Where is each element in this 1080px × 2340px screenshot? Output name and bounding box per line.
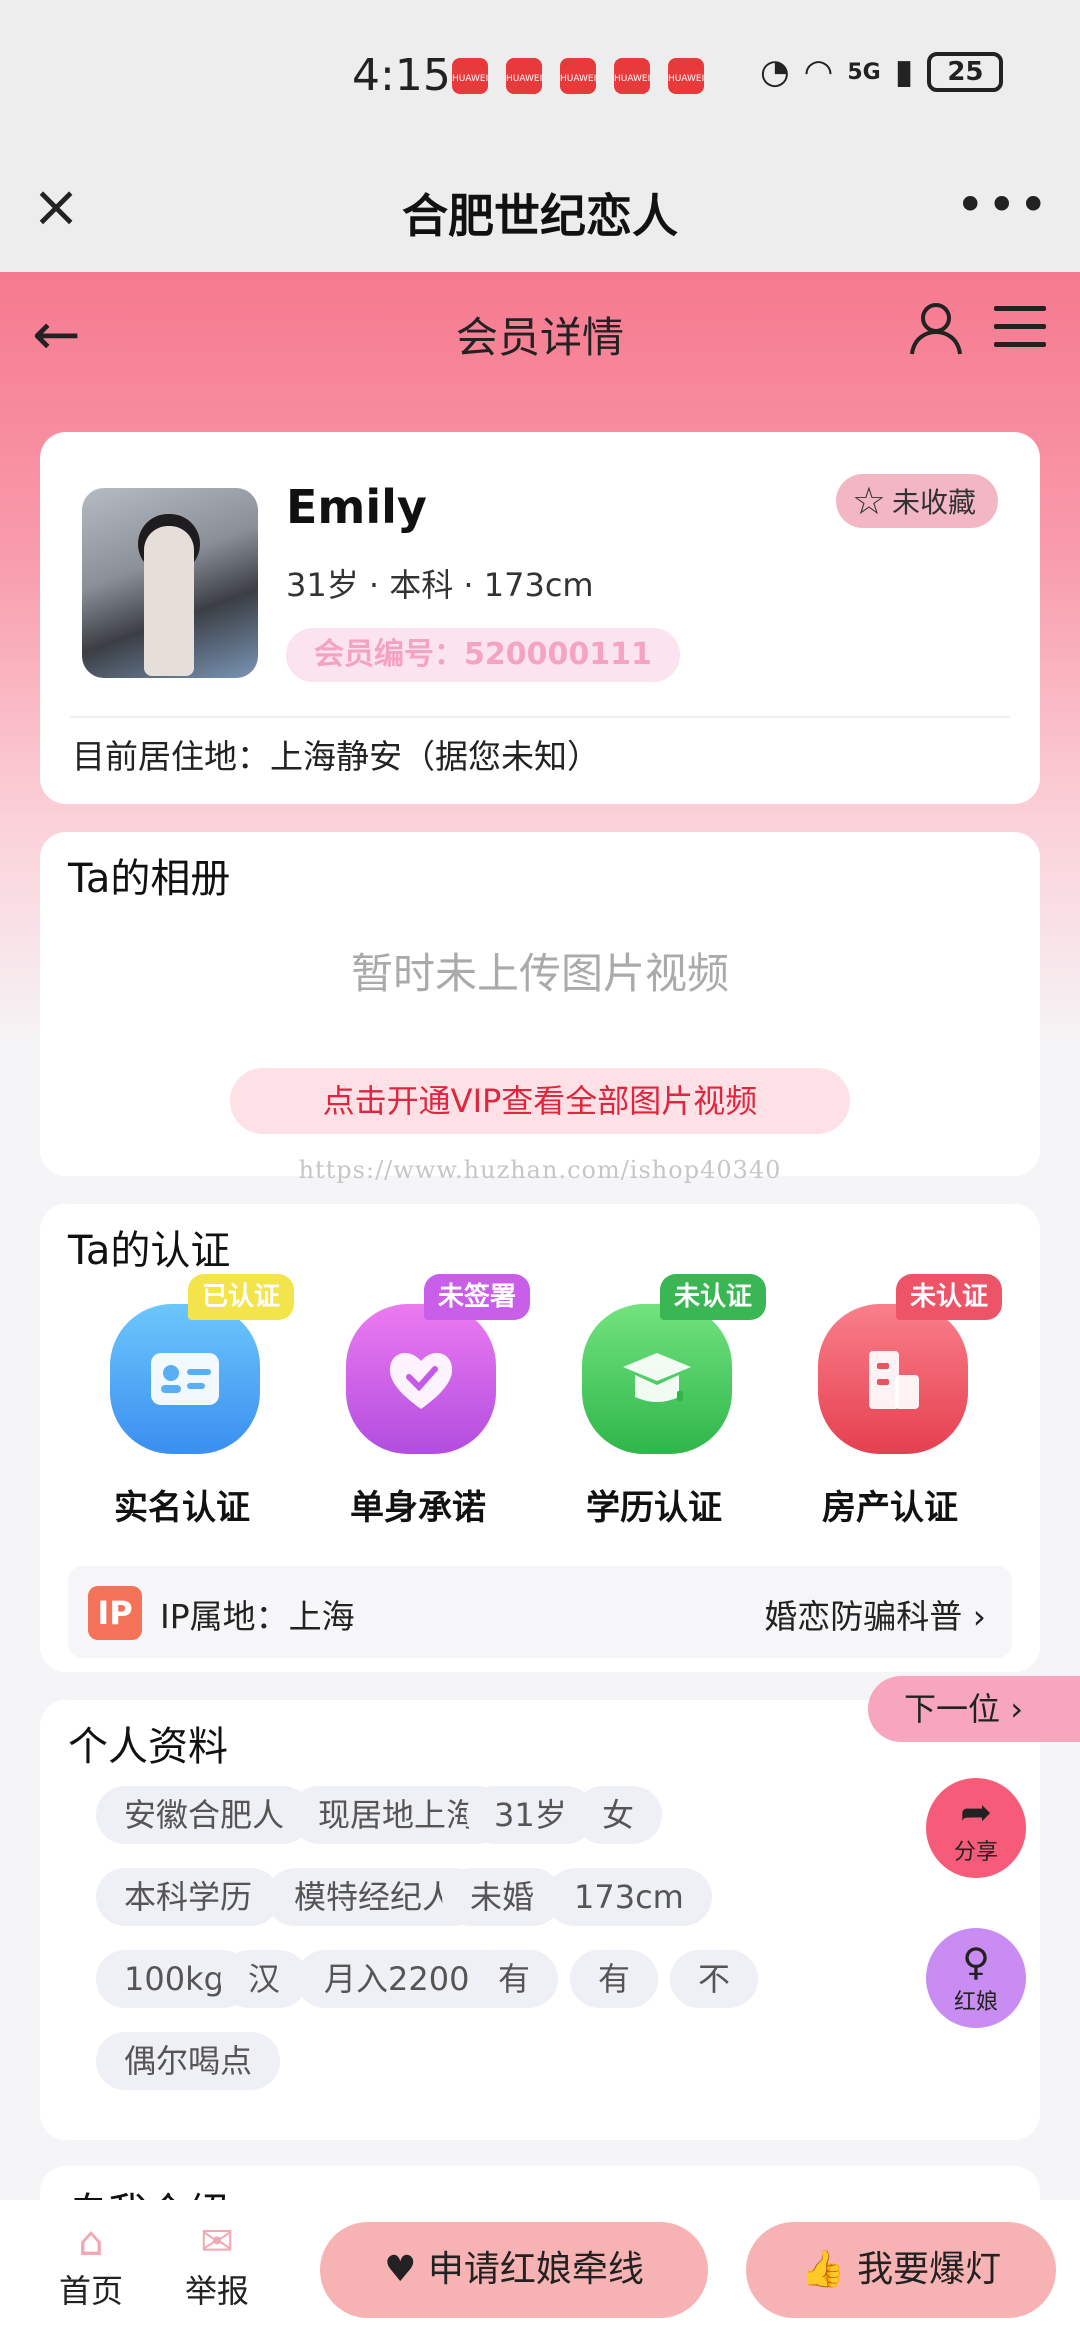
favorite-button[interactable]: ☆ 未收藏 [835, 474, 998, 528]
thumbs-up-icon: 👍 [800, 2249, 846, 2290]
ip-icon: IP [88, 1586, 142, 1640]
speed-icon: ◔ [760, 52, 790, 92]
cert-label: 实名认证 [114, 1488, 250, 1528]
member-id-badge: 会员编号：520000111 [286, 628, 680, 682]
section-title: Ta的认证 [68, 1228, 231, 1274]
certification-card: Ta的认证 已认证 实名认证 未签署 单身承诺 未认证 学历认证 未认证 房产认… [40, 1204, 1040, 1672]
bottom-bar: ⌂ 首页 ✉ 举报 ♥ 申请红娘牵线 👍 我要爆灯 [0, 2200, 1080, 2340]
tag: 汉 [220, 1950, 309, 2008]
album-card: Ta的相册 暂时未上传图片视频 点击开通VIP查看全部图片视频 [40, 832, 1040, 1176]
cert-real-name[interactable]: 已认证 实名认证 [64, 1274, 300, 1544]
apply-matchmaker-button[interactable]: ♥ 申请红娘牵线 [320, 2222, 708, 2318]
section-title: Ta的相册 [68, 856, 231, 902]
wifi-icon: ◠ [803, 52, 834, 92]
star-icon: ☆ [851, 479, 886, 523]
ip-location-row[interactable]: IP IP属地：上海 婚恋防骗科普 › [68, 1566, 1012, 1658]
tag: 安徽合肥人 [96, 1786, 313, 1844]
huawei-notification-icon: HUAWEI [614, 58, 650, 94]
tag: 偶尔喝点 [96, 2032, 281, 2090]
huawei-notification-icon: HUAWEI [452, 58, 488, 94]
vip-view-button[interactable]: 点击开通VIP查看全部图片视频 [230, 1068, 850, 1134]
title-bar: × 合肥世纪恋人 ••• [0, 150, 1080, 272]
tag: 173cm [546, 1868, 712, 1926]
spotlight-button[interactable]: 👍 我要爆灯 [746, 2222, 1056, 2318]
member-info: 31岁 · 本科 · 173cm [286, 566, 594, 604]
album-empty-text: 暂时未上传图片视频 [350, 949, 729, 998]
cert-label: 单身承诺 [350, 1488, 486, 1528]
status-time: 4:15 [352, 50, 451, 101]
home-tab[interactable]: ⌂ 首页 [46, 2218, 136, 2312]
building-icon [818, 1304, 968, 1454]
status-bar: 4:15 HUAWEI HUAWEI HUAWEI HUAWEI HUAWEI … [0, 0, 1080, 150]
notification-icons: HUAWEI HUAWEI HUAWEI HUAWEI HUAWEI [452, 58, 704, 94]
residence: 目前居住地：上海静安（据您未知） [72, 737, 600, 776]
anti-fraud-link[interactable]: 婚恋防骗科普 › [764, 1590, 986, 1638]
system-icons: ◔ ◠ 5G ▮ 25 [760, 52, 1004, 92]
tag: 未婚 [442, 1868, 563, 1926]
personal-info-card: 个人资料 安徽合肥人 现居地上海 31岁 女 本科学历 模特经纪人 未婚 173… [40, 1700, 1040, 2140]
section-title: 个人资料 [68, 1724, 228, 1770]
chevron-right-icon: › [1010, 1690, 1023, 1728]
signal-icon: ▮ [894, 52, 914, 92]
battery-icon: 25 [927, 52, 1004, 92]
cert-status-badge: 未认证 [896, 1274, 1003, 1320]
tag: 有 [470, 1950, 559, 2008]
app-title: 合肥世纪恋人 [402, 189, 678, 243]
matchmaker-label: 红娘 [953, 1990, 998, 2015]
cert-label: 学历认证 [586, 1488, 722, 1528]
tag: 女 [574, 1786, 663, 1844]
id-card-icon [110, 1304, 260, 1454]
tag: 本科学历 [96, 1868, 281, 1926]
network-label: 5G [847, 59, 881, 85]
menu-icon[interactable] [994, 306, 1046, 350]
chevron-right-icon: › [972, 1597, 986, 1636]
divider [70, 716, 1010, 718]
share-button[interactable]: ➦ 分享 [926, 1778, 1026, 1878]
matchmaker-button[interactable]: ♀ 红娘 [926, 1928, 1026, 2028]
report-label: 举报 [184, 2272, 249, 2310]
share-icon: ➦ [960, 1790, 992, 1834]
avatar[interactable] [82, 488, 258, 678]
share-label: 分享 [953, 1840, 998, 1865]
report-tab[interactable]: ✉ 举报 [172, 2218, 262, 2312]
graduation-cap-icon [582, 1304, 732, 1454]
heart-check-icon [346, 1304, 496, 1454]
tag: 不 [670, 1950, 759, 2008]
huawei-notification-icon: HUAWEI [668, 58, 704, 94]
home-label: 首页 [58, 2272, 123, 2310]
cert-education[interactable]: 未认证 学历认证 [536, 1274, 772, 1544]
watermark: https://www.huzhan.com/ishop40340 [298, 1156, 782, 1184]
cert-label: 房产认证 [822, 1488, 958, 1528]
mail-icon: ✉ [200, 2219, 234, 2265]
user-icon[interactable] [908, 300, 964, 356]
cert-status-badge: 已认证 [188, 1274, 295, 1320]
more-icon[interactable]: ••• [956, 176, 1050, 234]
home-icon: ⌂ [78, 2219, 104, 2265]
cert-single-promise[interactable]: 未签署 单身承诺 [300, 1274, 536, 1544]
cert-status-badge: 未签署 [424, 1274, 531, 1320]
member-name: Emily [286, 480, 427, 534]
heart-icon: ♥ [384, 2249, 417, 2290]
cert-property[interactable]: 未认证 房产认证 [772, 1274, 1008, 1544]
cert-status-badge: 未认证 [660, 1274, 767, 1320]
ip-location-text: IP属地：上海 [160, 1597, 355, 1636]
huawei-notification-icon: HUAWEI [560, 58, 596, 94]
tag: 有 [570, 1950, 659, 2008]
matchmaker-icon: ♀ [962, 1940, 990, 1984]
profile-card: Emily 31岁 · 本科 · 173cm 会员编号：520000111 ☆ … [40, 432, 1040, 804]
favorite-label: 未收藏 [891, 486, 976, 519]
huawei-notification-icon: HUAWEI [506, 58, 542, 94]
next-member-button[interactable]: 下一位 › [868, 1676, 1080, 1742]
